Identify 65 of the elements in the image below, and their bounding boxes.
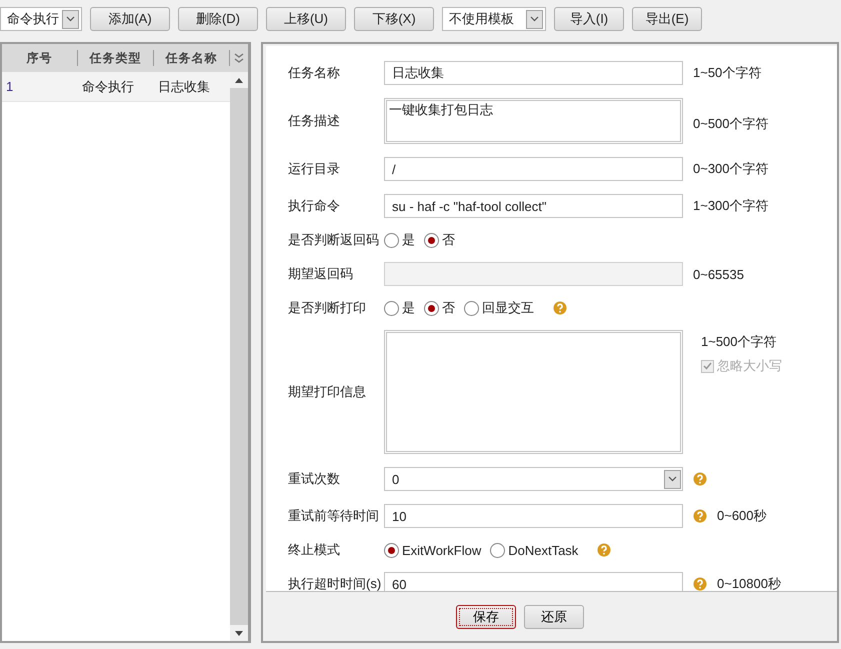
input-field[interactable]: 60: [384, 572, 683, 591]
table-cell-text: 命令执行: [81, 78, 135, 96]
input-field[interactable]: /: [384, 157, 683, 181]
field-label: 任务名称: [288, 64, 341, 82]
field-label: 期望打印信息: [288, 383, 367, 401]
footer-button[interactable]: 还原: [524, 604, 584, 628]
caret-icon: [66, 16, 75, 22]
radio-option[interactable]: 是: [384, 299, 415, 317]
check-icon: [703, 362, 712, 370]
field-label: 期望返回码: [288, 265, 354, 283]
toolbar-button[interactable]: 添加(A): [90, 7, 170, 31]
hint-text: 0~300个字符: [693, 160, 769, 178]
help-icon[interactable]: [597, 543, 612, 557]
input-field[interactable]: su - haf -c "haf-tool collect": [384, 194, 683, 218]
expected-output-field[interactable]: [384, 330, 683, 454]
hint-text: 0~500个字符: [693, 115, 769, 133]
column-header[interactable]: 任务类型: [78, 50, 154, 66]
help-icon[interactable]: [693, 577, 707, 591]
double-chevron-icon[interactable]: [234, 52, 244, 64]
radio-option[interactable]: 否: [424, 231, 455, 249]
field-label: 执行命令: [288, 197, 341, 215]
toolbar-button[interactable]: 导入(I): [554, 7, 624, 31]
radio-option[interactable]: 是: [384, 231, 415, 249]
up-arrow-icon[interactable]: [235, 78, 243, 82]
radio-option[interactable]: DoNextTask: [490, 542, 578, 558]
table-cell-text: 日志收集: [157, 78, 211, 96]
toolbar-button[interactable]: 导出(E): [632, 7, 702, 31]
input-field[interactable]: 10: [384, 504, 683, 528]
description-field[interactable]: 一键收集打包日志: [384, 98, 683, 144]
column-header[interactable]: 序号: [2, 50, 78, 66]
toolbar-button[interactable]: 下移(X): [354, 7, 434, 31]
caret-icon: [530, 16, 539, 22]
caret-icon: [668, 476, 677, 482]
help-icon[interactable]: [693, 472, 707, 486]
hint-text: 0~600秒: [717, 507, 767, 525]
help-icon[interactable]: [553, 301, 567, 315]
hint-text: 0~65535: [693, 266, 744, 282]
input-field[interactable]: 日志收集: [384, 61, 683, 85]
field-label: 运行目录: [288, 160, 341, 178]
help-icon[interactable]: [693, 509, 707, 523]
field-label: 是否判断返回码: [288, 231, 380, 249]
radio-option[interactable]: 回显交互: [464, 299, 534, 317]
table-row[interactable]: 1 命令执行 日志收集: [2, 72, 230, 102]
field-label: 执行超时时间(s): [288, 575, 382, 591]
field-label: 重试前等待时间: [288, 507, 380, 525]
scrollbar[interactable]: [230, 72, 248, 641]
radio-option[interactable]: 否: [424, 299, 455, 317]
field-label: 终止模式: [288, 541, 341, 559]
field-label: 任务描述: [288, 112, 341, 130]
down-arrow-icon[interactable]: [235, 630, 243, 636]
toolbar-button[interactable]: 上移(U): [266, 7, 346, 31]
footer-button[interactable]: 保存: [456, 604, 516, 628]
template-select[interactable]: 不使用模板: [442, 7, 546, 31]
hint-text: 1~50个字符: [693, 64, 762, 82]
hint-text: 1~500个字符: [701, 333, 778, 351]
column-header[interactable]: 任务名称: [154, 50, 230, 66]
table-cell-text: 1: [5, 79, 14, 94]
retry-select[interactable]: 0: [384, 467, 683, 491]
field-label: 是否判断打印: [288, 299, 367, 317]
hint-text: 0~10800秒: [717, 575, 781, 591]
hint-text: 1~300个字符: [693, 197, 769, 215]
radio-option[interactable]: ExitWorkFlow: [384, 542, 482, 558]
field-label: 重试次数: [288, 470, 341, 488]
task-type-select[interactable]: 命令执行: [0, 7, 82, 31]
toolbar-button[interactable]: 删除(D): [178, 7, 258, 31]
